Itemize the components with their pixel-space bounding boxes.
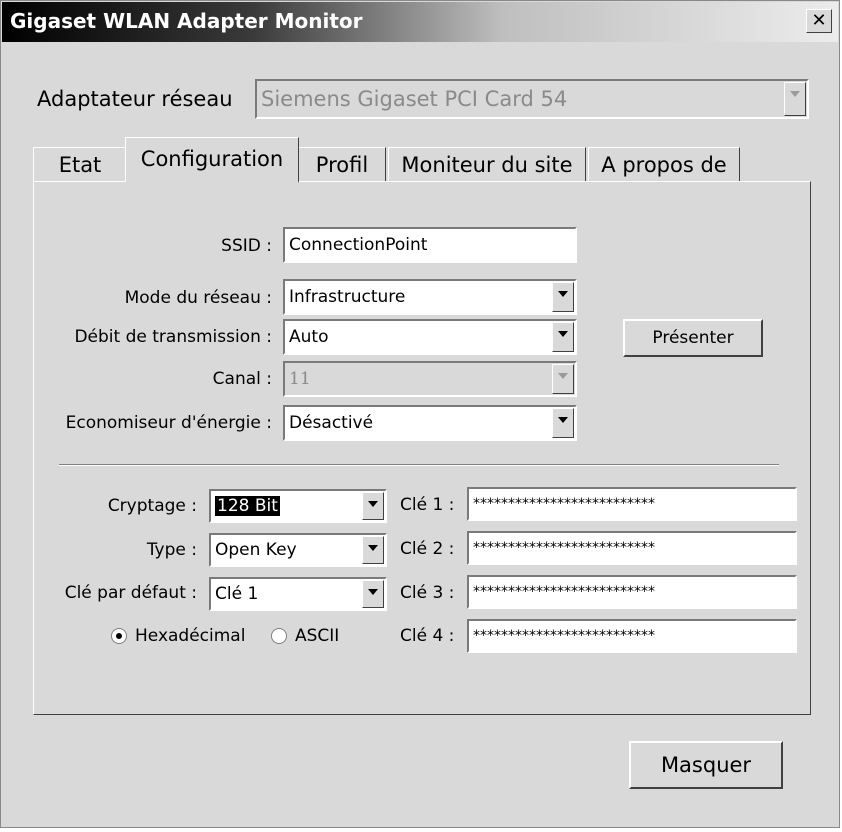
encryption-label: Cryptage : bbox=[107, 496, 197, 516]
tab-label: Etat bbox=[58, 153, 102, 177]
ssid-value: ConnectionPoint bbox=[289, 235, 428, 255]
tab-profil[interactable]: Profil bbox=[298, 147, 386, 183]
channel-value: 11 bbox=[289, 369, 311, 389]
chevron-down-icon[interactable] bbox=[362, 536, 384, 564]
window-title: Gigaset WLAN Adapter Monitor bbox=[10, 9, 363, 33]
tab-label: Moniteur du site bbox=[401, 153, 573, 177]
network-mode-label: Mode du réseau : bbox=[124, 288, 272, 308]
type-value: Open Key bbox=[215, 540, 297, 560]
tab-label: Configuration bbox=[140, 147, 284, 171]
close-button[interactable]: ✕ bbox=[806, 9, 832, 33]
encryption-value-text: 128 Bit bbox=[215, 496, 280, 516]
tab-configuration[interactable]: Configuration bbox=[125, 137, 299, 183]
type-label: Type : bbox=[146, 540, 197, 560]
network-mode-select[interactable]: Infrastructure bbox=[283, 279, 577, 315]
ascii-radio-label: ASCII bbox=[295, 626, 340, 646]
chevron-down-icon[interactable] bbox=[552, 282, 574, 312]
key-4-value: ************************** bbox=[473, 628, 655, 644]
key-3-value: ************************** bbox=[473, 584, 655, 600]
key-4-label: Clé 4 : bbox=[400, 626, 455, 646]
key-2-value: ************************** bbox=[473, 540, 655, 556]
ssid-label: SSID : bbox=[221, 236, 272, 256]
tab-label: A propos de bbox=[601, 153, 727, 177]
key-3-label: Clé 3 : bbox=[400, 583, 455, 603]
encryption-value: 128 Bit bbox=[215, 496, 280, 516]
hex-radio-label: Hexadécimal bbox=[135, 626, 246, 646]
default-key-select[interactable]: Clé 1 bbox=[209, 577, 387, 611]
adapter-label: Adaptateur réseau bbox=[37, 87, 233, 111]
chevron-down-icon[interactable] bbox=[362, 580, 384, 608]
key-1-value: ************************** bbox=[473, 496, 655, 512]
ssid-input[interactable]: ConnectionPoint bbox=[283, 227, 577, 263]
hide-button-label: Masquer bbox=[660, 753, 752, 777]
title-bar[interactable]: Gigaset WLAN Adapter Monitor ✕ bbox=[2, 2, 838, 42]
default-key-value: Clé 1 bbox=[215, 584, 259, 604]
radio-selected-dot bbox=[116, 633, 122, 639]
tab-moniteur-du-site[interactable]: Moniteur du site bbox=[388, 147, 586, 183]
chevron-down-icon[interactable] bbox=[552, 322, 574, 352]
chevron-down-icon[interactable] bbox=[552, 364, 574, 394]
key-2-input[interactable]: ************************** bbox=[467, 531, 797, 565]
default-key-label: Clé par défaut : bbox=[64, 583, 197, 603]
present-button[interactable]: Présenter bbox=[623, 319, 763, 357]
power-saving-label: Economiseur d'énergie : bbox=[65, 413, 272, 433]
present-button-label: Présenter bbox=[652, 328, 734, 348]
chevron-down-icon[interactable] bbox=[552, 408, 574, 438]
transmission-rate-select[interactable]: Auto bbox=[283, 319, 577, 355]
hex-radio[interactable] bbox=[111, 628, 127, 644]
transmission-rate-value: Auto bbox=[289, 327, 329, 347]
transmission-rate-label: Débit de transmission : bbox=[74, 327, 272, 347]
dialog-window: Gigaset WLAN Adapter Monitor ✕ Adaptateu… bbox=[0, 0, 840, 828]
separator bbox=[59, 464, 779, 466]
channel-label: Canal : bbox=[212, 369, 272, 389]
tab-etat[interactable]: Etat bbox=[33, 147, 127, 183]
channel-select[interactable]: 11 bbox=[283, 361, 577, 397]
ascii-radio[interactable] bbox=[271, 628, 287, 644]
tab-label: Profil bbox=[315, 153, 369, 177]
key-2-label: Clé 2 : bbox=[400, 539, 455, 559]
tab-a-propos-de[interactable]: A propos de bbox=[588, 147, 740, 183]
power-saving-select[interactable]: Désactivé bbox=[283, 405, 577, 441]
key-1-input[interactable]: ************************** bbox=[467, 487, 797, 521]
adapter-select[interactable]: Siemens Gigaset PCI Card 54 bbox=[255, 79, 809, 119]
type-select[interactable]: Open Key bbox=[209, 533, 387, 567]
adapter-value: Siemens Gigaset PCI Card 54 bbox=[261, 87, 568, 111]
key-3-input[interactable]: ************************** bbox=[467, 575, 797, 609]
key-4-input[interactable]: ************************** bbox=[467, 619, 797, 653]
key-1-label: Clé 1 : bbox=[400, 495, 455, 515]
encryption-select[interactable]: 128 Bit bbox=[209, 489, 387, 523]
chevron-down-icon[interactable] bbox=[784, 82, 806, 116]
network-mode-value: Infrastructure bbox=[289, 287, 406, 307]
power-saving-value: Désactivé bbox=[289, 413, 374, 433]
chevron-down-icon[interactable] bbox=[362, 492, 384, 520]
hide-button[interactable]: Masquer bbox=[629, 741, 783, 789]
close-icon: ✕ bbox=[811, 10, 827, 31]
